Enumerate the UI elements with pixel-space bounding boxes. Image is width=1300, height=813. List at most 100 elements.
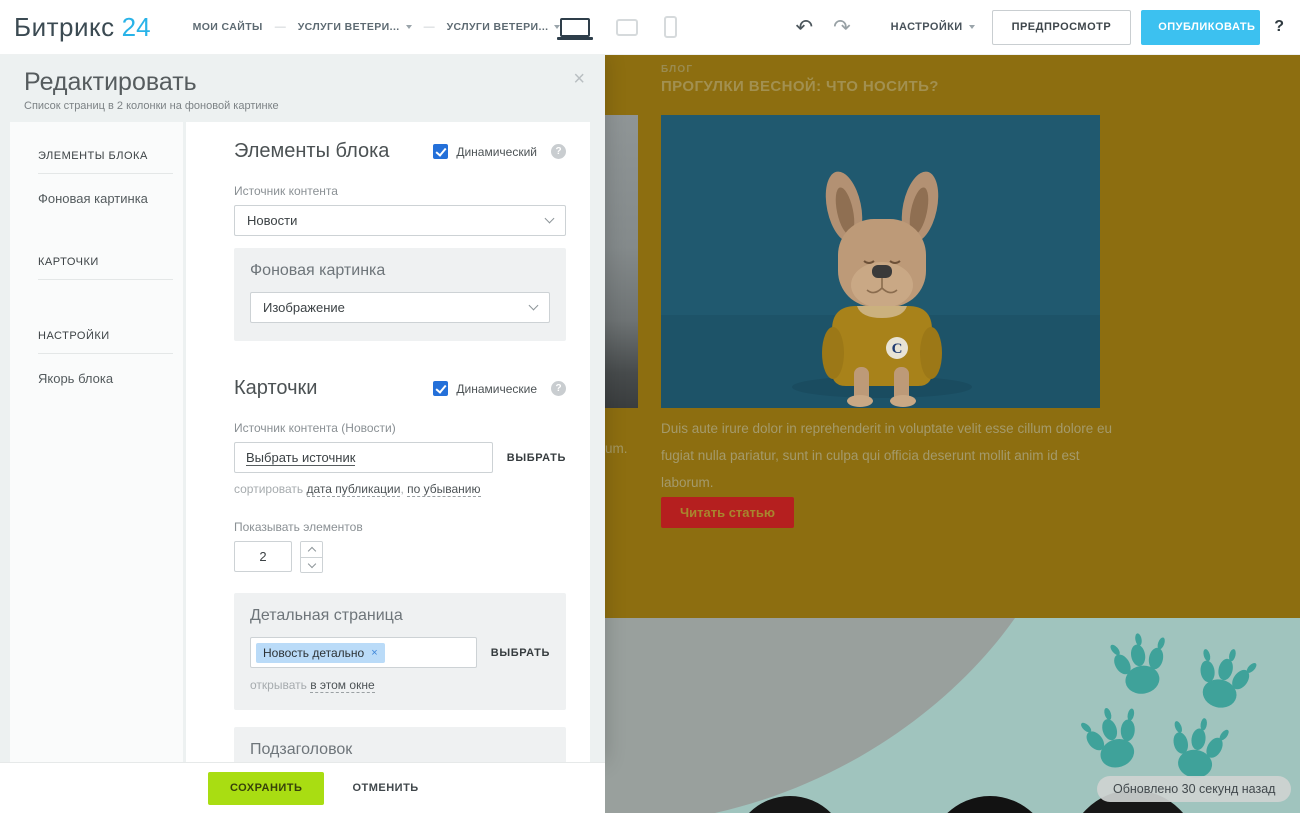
sidebar-item-background-image[interactable]: Фоновая картинка xyxy=(38,191,183,206)
left-card-text-fragment: um. xyxy=(605,441,628,456)
subtitle-heading: Подзаголовок xyxy=(250,741,353,758)
settings-menu-label: НАСТРОЙКИ xyxy=(890,21,963,33)
panel-form: Элементы блока Динамический ? Источник к… xyxy=(186,122,590,762)
elements-count-input[interactable]: 2 xyxy=(234,541,292,572)
post-excerpt: Duis aute irure dolor in reprehenderit i… xyxy=(661,421,1112,490)
block-elements-heading: Элементы блока xyxy=(234,140,390,162)
show-elements-label: Показывать элементов xyxy=(234,520,363,534)
site-preview: БЛОГ ПРОГУЛКИ ВЕСНОЙ: ЧТО НОСИТЬ? C um. … xyxy=(605,55,1300,813)
sidebar-item-settings[interactable]: НАСТРОЙКИ xyxy=(38,330,183,342)
detail-page-tag: Новость детально × xyxy=(256,642,385,663)
publish-button[interactable]: ОПУБЛИКОВАТЬ xyxy=(1141,10,1260,45)
breadcrumb-site[interactable]: УСЛУГИ ВЕТЕРИ... xyxy=(298,21,400,33)
redo-icon[interactable]: ↷ xyxy=(833,15,851,40)
preview-button[interactable]: ПРЕДПРОСМОТР xyxy=(991,9,1132,45)
subtitle-box: Подзаголовок Заголовок xyxy=(234,727,566,762)
blog-hero-block[interactable]: БЛОГ ПРОГУЛКИ ВЕСНОЙ: ЧТО НОСИТЬ? C um. … xyxy=(605,55,1300,618)
save-button[interactable]: СОХРАНИТЬ xyxy=(208,771,325,805)
sort-order-link[interactable]: по убыванию xyxy=(407,482,481,497)
stepper-down-button[interactable] xyxy=(301,557,322,572)
cards-source-row: Выбрать источник ВЫБРАТЬ xyxy=(234,442,566,473)
sidebar-divider xyxy=(38,173,173,174)
dynamic-cards-checkbox[interactable] xyxy=(433,381,449,396)
history-controls: ↶ ↷ xyxy=(795,15,850,40)
top-toolbar: Битрикс 24 МОИ САЙТЫ — УСЛУГИ ВЕТЕРИ... … xyxy=(0,0,1300,55)
choose-source-button[interactable]: ВЫБРАТЬ xyxy=(507,452,566,464)
breadcrumb-my-sites[interactable]: МОИ САЙТЫ xyxy=(193,21,263,33)
open-mode-link[interactable]: в этом окне xyxy=(310,678,375,693)
sidebar-item-cards[interactable]: КАРТОЧКИ xyxy=(38,256,183,268)
background-image-select[interactable]: Изображение xyxy=(250,292,550,323)
post-image[interactable]: C xyxy=(661,115,1100,408)
help-circle-icon[interactable]: ? xyxy=(551,381,566,396)
post-title: ПРОГУЛКИ ВЕСНОЙ: ЧТО НОСИТЬ? xyxy=(661,78,939,95)
panel-subtitle: Список страниц в 2 колонки на фоновой ка… xyxy=(24,100,279,112)
background-image-value: Изображение xyxy=(263,300,345,315)
remove-tag-icon[interactable]: × xyxy=(371,647,377,659)
read-article-button[interactable]: Читать статью xyxy=(661,497,794,528)
detail-page-field[interactable]: Новость детально × xyxy=(250,637,477,668)
detail-page-tag-label: Новость детально xyxy=(263,645,365,660)
content-source-label: Источник контента xyxy=(234,184,338,198)
sidebar-item-block-elements[interactable]: ЭЛЕМЕНТЫ БЛОКА xyxy=(38,150,183,162)
tablet-view-icon[interactable] xyxy=(616,18,639,36)
background-image-box: Фоновая картинка Изображение xyxy=(234,248,566,341)
breadcrumb: МОИ САЙТЫ — УСЛУГИ ВЕТЕРИ... — УСЛУГИ ВЕ… xyxy=(193,21,561,33)
blog-section-label: БЛОГ xyxy=(661,64,694,75)
editor-stage: БЛОГ ПРОГУЛКИ ВЕСНОЙ: ЧТО НОСИТЬ? C um. … xyxy=(0,55,1300,813)
background-image-heading: Фоновая картинка xyxy=(250,262,386,279)
dynamic-cards-checkbox-row: Динамические ? xyxy=(433,381,566,396)
detail-page-box: Детальная страница Новость детально × ВЫ… xyxy=(234,593,566,710)
dynamic-checkbox-label: Динамический xyxy=(456,144,537,159)
cards-source-label: Источник контента (Новости) xyxy=(234,421,396,435)
stepper-up-button[interactable] xyxy=(301,542,322,557)
show-elements-control: 2 xyxy=(234,541,566,573)
device-preview-switcher xyxy=(557,16,678,40)
cancel-button[interactable]: ОТМЕНИТЬ xyxy=(352,782,418,794)
sidebar-divider xyxy=(38,279,173,280)
sort-line: сортировать дата публикации, по убыванию xyxy=(234,482,566,497)
mobile-view-icon[interactable] xyxy=(664,16,678,38)
sort-separator: , xyxy=(400,482,404,496)
sidebar-item-block-anchor[interactable]: Якорь блока xyxy=(38,371,183,386)
cards-source-placeholder[interactable]: Выбрать источник xyxy=(246,450,356,466)
chevron-down-icon xyxy=(544,213,555,224)
count-stepper xyxy=(300,541,323,573)
help-circle-icon[interactable]: ? xyxy=(551,144,566,159)
chevron-up-icon xyxy=(307,546,316,556)
sort-field-link[interactable]: дата публикации xyxy=(306,482,401,497)
left-card-image-sliver xyxy=(605,115,638,408)
panel-sidebar: ЭЛЕМЕНТЫ БЛОКА Фоновая картинка КАРТОЧКИ… xyxy=(10,122,183,762)
chevron-down-icon xyxy=(968,25,975,29)
settings-menu[interactable]: НАСТРОЙКИ xyxy=(891,21,975,33)
desktop-view-icon[interactable] xyxy=(557,17,594,40)
sort-prefix: сортировать xyxy=(234,482,304,496)
edit-panel-header: Редактировать Список страниц в 2 колонки… xyxy=(0,55,605,122)
cards-heading: Карточки xyxy=(234,377,318,399)
sweater-logo-letter: C xyxy=(892,341,903,357)
block-elements-section-header: Элементы блока Динамический ? xyxy=(234,140,566,163)
close-icon[interactable]: × xyxy=(573,69,585,89)
logo-brand-text: Битрикс xyxy=(14,11,115,42)
chevron-down-icon[interactable] xyxy=(405,25,412,29)
cards-section-header: Карточки Динамические ? xyxy=(234,377,566,400)
content-source-select[interactable]: Новости xyxy=(234,205,566,236)
update-toast: Обновлено 30 секунд назад xyxy=(1097,776,1292,802)
bitrix24-logo[interactable]: Битрикс 24 xyxy=(14,12,151,43)
publish-button-group: ОПУБЛИКОВАТЬ xyxy=(1141,9,1261,45)
open-prefix: открывать xyxy=(250,678,307,692)
dynamic-checkbox[interactable] xyxy=(433,144,449,159)
help-button[interactable]: ? xyxy=(1274,18,1284,36)
chevron-down-icon xyxy=(307,559,316,568)
dynamic-cards-checkbox-label: Динамические xyxy=(456,381,537,396)
breadcrumb-page[interactable]: УСЛУГИ ВЕТЕРИ... xyxy=(447,21,549,33)
undo-icon[interactable]: ↶ xyxy=(795,15,813,40)
panel-footer: СОХРАНИТЬ ОТМЕНИТЬ xyxy=(0,762,605,813)
dog-photo-illustration: C xyxy=(661,115,1100,408)
cards-source-field[interactable]: Выбрать источник xyxy=(234,442,493,473)
open-mode-line: открывать в этом окне xyxy=(250,678,550,693)
choose-detail-page-button[interactable]: ВЫБРАТЬ xyxy=(491,647,550,659)
breadcrumb-dash: — xyxy=(423,21,435,33)
logo-suffix-text: 24 xyxy=(121,11,151,42)
content-source-value: Новости xyxy=(247,213,298,228)
